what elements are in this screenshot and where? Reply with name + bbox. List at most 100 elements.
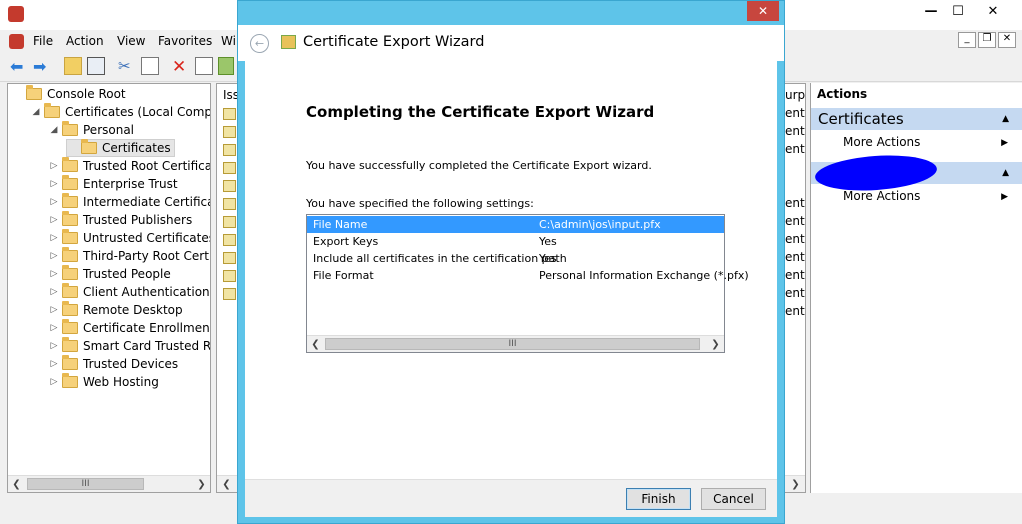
list-horizontal-scrollbar-right[interactable]: ❯	[785, 475, 805, 492]
expand-icon[interactable]: ▷	[48, 197, 60, 207]
settings-row[interactable]: Include all certificates in the certific…	[307, 250, 724, 267]
finish-button[interactable]: Finish	[626, 488, 691, 510]
mdi-restore-button[interactable]: ❐	[978, 32, 996, 48]
scroll-left-icon[interactable]: ❮	[8, 476, 25, 492]
more-actions-link-item[interactable]: More Actions	[843, 189, 920, 203]
tree-item[interactable]: ▷ Trusted Publishers	[48, 211, 192, 229]
tree-item[interactable]: ◢ Personal	[48, 121, 134, 139]
collapse-up-icon[interactable]: ▲	[1002, 108, 1009, 130]
tree-item[interactable]: ▷ Untrusted Certificates	[48, 229, 210, 247]
tree-item[interactable]: Certificates	[66, 139, 175, 157]
tree-item[interactable]: ▷ Trusted Devices	[48, 355, 178, 373]
menu-view[interactable]: View	[117, 34, 145, 48]
expand-icon[interactable]: ▷	[48, 359, 60, 369]
tree-item[interactable]: ▷ Trusted Root Certification A	[48, 157, 210, 175]
settings-horizontal-scrollbar[interactable]: ❮ III ❯	[307, 335, 724, 352]
certificate-icon[interactable]	[223, 288, 236, 300]
settings-scroll-right-icon[interactable]: ❯	[707, 336, 724, 352]
tree-item[interactable]: ▷ Certificate Enrollment Requ	[48, 319, 210, 337]
menu-file[interactable]: File	[33, 34, 53, 48]
tree-item[interactable]: Console Root	[12, 85, 126, 103]
wizard-close-button[interactable]: ✕	[747, 1, 779, 21]
certificate-icon[interactable]	[223, 270, 236, 282]
intended-purposes-cell[interactable]: enti	[785, 196, 805, 210]
expand-icon[interactable]: ▷	[48, 287, 60, 297]
show-hide-tree-icon[interactable]	[87, 57, 105, 75]
menu-action[interactable]: Action	[66, 34, 104, 48]
more-actions-link[interactable]: More Actions	[843, 135, 920, 149]
maximize-button[interactable]: ☐	[942, 0, 974, 22]
tree-item[interactable]: ▷ Smart Card Trusted Roots	[48, 337, 210, 355]
menu-window[interactable]: Wi	[221, 34, 236, 48]
intended-purposes-cell[interactable]: enti	[785, 268, 805, 282]
mdi-close-button[interactable]: ✕	[998, 32, 1016, 48]
intended-purposes-cell[interactable]: enti	[785, 124, 805, 138]
actions-section-certificates[interactable]: Certificates ▲	[811, 108, 1022, 130]
intended-purposes-cell[interactable]: enti	[785, 286, 805, 300]
delete-icon[interactable]: ✕	[172, 57, 190, 77]
column-header-intended-purposes[interactable]: urpo	[785, 88, 805, 102]
intended-purposes-cell[interactable]: enti	[785, 232, 805, 246]
certificate-icon[interactable]	[223, 216, 236, 228]
certificate-icon[interactable]	[223, 234, 236, 246]
expand-icon[interactable]: ▷	[48, 305, 60, 315]
settings-row[interactable]: File Format Personal Information Exchange…	[307, 267, 749, 284]
mdi-minimize-button[interactable]: _	[958, 32, 976, 48]
certificate-icon[interactable]	[223, 198, 236, 210]
expand-icon[interactable]: ▷	[48, 323, 60, 333]
copy-icon[interactable]	[141, 57, 159, 75]
cancel-button[interactable]: Cancel	[701, 488, 766, 510]
tree-item[interactable]: ◢ Certificates (Local Computer)	[30, 103, 210, 121]
expand-icon[interactable]: ▷	[48, 251, 60, 261]
scroll-right-icon[interactable]: ❯	[193, 476, 210, 492]
column-header-issued-to[interactable]: Iss	[223, 88, 237, 102]
properties-icon[interactable]	[195, 57, 213, 75]
expand-icon[interactable]: ▷	[48, 377, 60, 387]
tree-item[interactable]: ▷ Intermediate Certification A	[48, 193, 210, 211]
back-arrow-icon[interactable]: ⬅	[10, 57, 28, 76]
menu-favorites[interactable]: Favorites	[158, 34, 212, 48]
list-scroll-right-icon[interactable]: ❯	[787, 476, 804, 492]
scroll-thumb[interactable]: III	[27, 478, 144, 490]
intended-purposes-cell[interactable]: enti	[785, 250, 805, 264]
expand-icon[interactable]: ▷	[48, 179, 60, 189]
settings-row[interactable]: Export Keys Yes	[307, 233, 724, 250]
certificate-icon[interactable]	[223, 126, 236, 138]
expand-icon[interactable]: ▷	[48, 269, 60, 279]
certificate-icon[interactable]	[223, 144, 236, 156]
settings-scroll-left-icon[interactable]: ❮	[307, 336, 324, 352]
settings-scroll-thumb[interactable]: III	[325, 338, 700, 350]
collapse-icon[interactable]: ◢	[30, 107, 42, 117]
certificate-icon[interactable]	[223, 180, 236, 192]
expand-icon[interactable]: ▷	[48, 341, 60, 351]
tree-item[interactable]: ▷ Enterprise Trust	[48, 175, 178, 193]
settings-row[interactable]: File Name C:\admin\jos\input.pfx	[307, 216, 724, 233]
intended-purposes-cell[interactable]: enti	[785, 106, 805, 120]
list-horizontal-scrollbar[interactable]: ❮	[217, 475, 237, 492]
certificate-icon[interactable]	[223, 252, 236, 264]
forward-arrow-icon[interactable]: ➡	[33, 57, 51, 76]
close-window-button[interactable]: ✕	[977, 0, 1009, 22]
tree-item[interactable]: ▷ Client Authentication Issue	[48, 283, 210, 301]
intended-purposes-cell[interactable]: enti	[785, 304, 805, 318]
back-button[interactable]: ←	[250, 34, 269, 53]
tree-item[interactable]: ▷ Web Hosting	[48, 373, 159, 391]
expand-icon[interactable]: ▷	[48, 161, 60, 171]
certificate-icon[interactable]	[223, 108, 236, 120]
certificate-icon[interactable]	[223, 162, 236, 174]
up-folder-icon[interactable]	[64, 57, 82, 75]
list-scroll-left-icon[interactable]: ❮	[218, 476, 235, 492]
expand-icon[interactable]: ▷	[48, 233, 60, 243]
intended-purposes-cell[interactable]: enti	[785, 142, 805, 156]
cut-icon[interactable]: ✂	[118, 57, 136, 75]
tree-item[interactable]: ▷ Trusted People	[48, 265, 171, 283]
collapse-icon[interactable]: ◢	[48, 125, 60, 135]
tree-item[interactable]: ▷ Third-Party Root Certificati	[48, 247, 210, 265]
export-list-icon[interactable]	[218, 57, 234, 75]
intended-purposes-cell[interactable]: enti	[785, 214, 805, 228]
tree-item[interactable]: ▷ Remote Desktop	[48, 301, 183, 319]
expand-icon[interactable]: ▷	[48, 215, 60, 225]
settings-list[interactable]: File Name C:\admin\jos\input.pfx Export Ke…	[306, 214, 749, 353]
collapse-up-icon[interactable]: ▲	[1002, 162, 1009, 184]
tree-horizontal-scrollbar[interactable]: ❮ III ❯	[8, 475, 210, 492]
